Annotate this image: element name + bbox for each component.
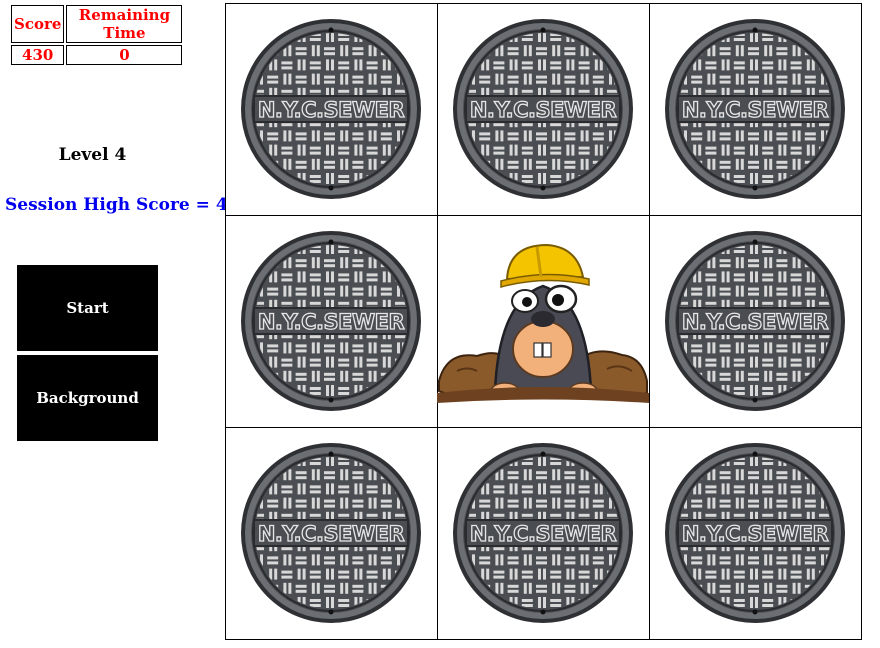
manhole-cover-icon: N.Y.C.SEWER [240,230,422,412]
level-label: Level 4 [58,145,127,165]
manhole-cover-icon: N.Y.C.SEWER [664,230,846,412]
game-grid: N.Y.C.SEWER N.Y.C.SEWER N.Y.C.SEWER N.Y.… [224,2,862,640]
manhole-cover-icon: N.Y.C.SEWER [452,18,634,200]
svg-text:N.Y.C.SEWER: N.Y.C.SEWER [682,98,829,122]
background-button[interactable]: Background [17,355,158,441]
manhole-cover-icon: N.Y.C.SEWER [664,442,846,624]
score-header: Score [11,5,65,43]
session-high-score: Session High Score = 430 [5,195,252,215]
hole-9[interactable]: N.Y.C.SEWER [648,426,862,640]
mole-icon [437,231,649,411]
svg-text:N.Y.C.SEWER: N.Y.C.SEWER [258,310,405,334]
hole-2[interactable]: N.Y.C.SEWER [436,2,650,216]
hole-8[interactable]: N.Y.C.SEWER [436,426,650,640]
hole-3[interactable]: N.Y.C.SEWER [648,2,862,216]
svg-text:N.Y.C.SEWER: N.Y.C.SEWER [258,98,405,122]
manhole-cover-icon: N.Y.C.SEWER [240,442,422,624]
remaining-time-value: 0 [66,45,183,65]
manhole-cover-icon: N.Y.C.SEWER [664,18,846,200]
manhole-cover-icon: N.Y.C.SEWER [452,442,634,624]
hole-7[interactable]: N.Y.C.SEWER [224,426,438,640]
svg-text:N.Y.C.SEWER: N.Y.C.SEWER [682,310,829,334]
score-value: 430 [11,45,65,65]
svg-text:N.Y.C.SEWER: N.Y.C.SEWER [470,522,617,546]
scoreboard: Score Remaining Time 430 0 [9,3,184,67]
svg-text:N.Y.C.SEWER: N.Y.C.SEWER [258,522,405,546]
hole-4[interactable]: N.Y.C.SEWER [224,214,438,428]
manhole-cover-icon: N.Y.C.SEWER [240,18,422,200]
remaining-time-header: Remaining Time [66,5,183,43]
hole-1[interactable]: N.Y.C.SEWER [224,2,438,216]
hole-6[interactable]: N.Y.C.SEWER [648,214,862,428]
start-button[interactable]: Start [17,265,158,351]
svg-text:N.Y.C.SEWER: N.Y.C.SEWER [470,98,617,122]
svg-text:N.Y.C.SEWER: N.Y.C.SEWER [682,522,829,546]
hole-5[interactable] [436,214,650,428]
